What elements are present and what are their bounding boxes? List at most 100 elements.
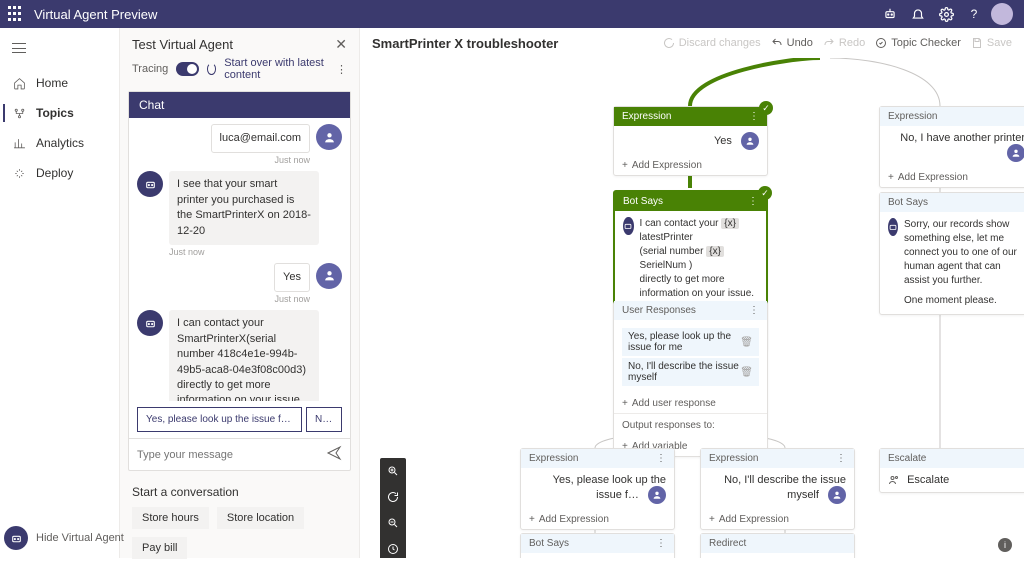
chat-message-bot: I can contact your SmartPrinterX(serial … — [137, 310, 342, 401]
discard-changes-button[interactable]: Discard changes — [663, 37, 761, 49]
user-icon — [741, 132, 759, 150]
node-text: No, I have another printer — [900, 132, 1024, 144]
hide-agent-label: Hide Virtual Agent — [36, 532, 124, 544]
nav-label: Analytics — [36, 136, 84, 150]
zoom-in-button[interactable] — [380, 458, 406, 484]
bot-icon — [4, 526, 28, 550]
tracing-toggle[interactable] — [176, 62, 198, 76]
node-header: Bot Says — [888, 197, 928, 208]
node-expression-lookup[interactable]: Expression⋮ Yes, please look up the issu… — [520, 448, 675, 530]
nav-deploy[interactable]: Deploy — [0, 158, 119, 188]
bot-icon — [623, 217, 634, 235]
node-text: Escalate — [907, 474, 949, 486]
message-bubble: I can contact your SmartPrinterX(serial … — [169, 310, 319, 401]
starter-chip[interactable]: Pay bill — [132, 537, 187, 559]
hamburger-button[interactable] — [0, 28, 119, 68]
home-icon — [12, 76, 26, 90]
output-label: Output responses to: — [614, 413, 767, 437]
add-expression-button[interactable]: Add Expression — [880, 168, 1024, 187]
settings-icon[interactable] — [932, 0, 960, 28]
delete-icon[interactable]: 🗑 — [740, 367, 753, 378]
node-bot-says-sorry[interactable]: Bot Says Sorry, our records show somethi… — [879, 192, 1024, 315]
app-launcher-icon[interactable] — [8, 6, 24, 22]
chat-card: Chat luca@email.com Just now I see that … — [128, 91, 351, 471]
more-icon[interactable]: ⋮ — [656, 538, 666, 549]
main-canvas-area: SmartPrinter X troubleshooter Discard ch… — [360, 28, 1024, 558]
user-response-item[interactable]: Yes, please look up the issue for me🗑 — [622, 328, 759, 356]
message-bubble: luca@email.com — [211, 124, 310, 153]
zoom-reset-button[interactable] — [380, 484, 406, 510]
close-icon[interactable]: ✕ — [335, 36, 347, 53]
nav-label: Topics — [36, 106, 74, 120]
hide-agent-button[interactable]: Hide Virtual Agent — [4, 526, 124, 550]
node-header: Escalate — [888, 453, 926, 464]
tracing-label: Tracing — [132, 63, 168, 75]
node-user-responses[interactable]: User Responses ⋮ Yes, please look up the … — [613, 301, 768, 457]
user-avatar[interactable] — [988, 0, 1016, 28]
more-icon[interactable]: ⋮ — [836, 453, 846, 464]
info-icon[interactable]: i — [998, 538, 1012, 552]
check-icon: ✓ — [759, 101, 773, 115]
delete-icon[interactable]: 🗑 — [740, 337, 753, 348]
node-expression-describe[interactable]: Expression⋮ No, I'll describe the issue … — [700, 448, 855, 530]
message-bubble: Yes — [274, 263, 310, 292]
chat-input[interactable] — [137, 449, 320, 461]
notifications-icon[interactable] — [904, 0, 932, 28]
test-panel: Test Virtual Agent ✕ Tracing Start over … — [120, 28, 360, 558]
node-header: Bot Says — [623, 196, 663, 207]
node-header: Expression — [622, 111, 671, 122]
node-header: Expression — [529, 453, 578, 464]
suggested-reply-button[interactable]: Yes, please look up the issue for me — [137, 407, 302, 432]
chat-message-bot: I see that your smart printer you purcha… — [137, 171, 342, 245]
node-header: User Responses — [622, 305, 696, 316]
add-expression-button[interactable]: Add Expression — [701, 510, 854, 529]
nav-topics[interactable]: Topics — [0, 98, 119, 128]
node-header: Redirect — [709, 538, 746, 549]
starter-chip[interactable]: Store hours — [132, 507, 209, 529]
timestamp: Just now — [137, 294, 310, 304]
more-icon[interactable]: ⋮ — [656, 453, 666, 464]
test-panel-title: Test Virtual Agent — [132, 37, 335, 52]
chat-message-user: Yes — [137, 263, 342, 292]
left-nav: Home Topics Analytics Deploy — [0, 28, 120, 558]
save-button[interactable]: Save — [971, 37, 1012, 49]
nav-home[interactable]: Home — [0, 68, 119, 98]
analytics-icon — [12, 136, 26, 150]
add-user-response-button[interactable]: Add user response — [614, 394, 767, 413]
add-expression-button[interactable]: Add Expression — [614, 156, 767, 175]
authoring-canvas[interactable]: ✓ Expression⋮ Yes Add Expression Express… — [360, 58, 1024, 558]
node-bot-says-contacting[interactable]: Bot Says⋮ Ok, I am contacting the printe… — [520, 533, 675, 558]
suggested-reply-button[interactable]: No, I — [306, 407, 342, 432]
nav-analytics[interactable]: Analytics — [0, 128, 119, 158]
user-icon — [1007, 144, 1024, 162]
check-icon: ✓ — [758, 186, 772, 200]
starter-chip[interactable]: Store location — [217, 507, 304, 529]
add-expression-button[interactable]: Add Expression — [521, 510, 674, 529]
chat-body: luca@email.com Just now I see that your … — [129, 118, 350, 401]
node-escalate[interactable]: Escalate Escalate — [879, 448, 1024, 493]
escalate-icon — [888, 474, 900, 486]
user-response-item[interactable]: No, I'll describe the issue myself🗑 — [622, 358, 759, 386]
send-icon[interactable] — [326, 445, 342, 464]
more-icon[interactable]: ⋮ — [749, 111, 759, 122]
more-icon[interactable]: ⋮ — [748, 196, 758, 207]
bot-icon[interactable] — [876, 0, 904, 28]
node-expression-no[interactable]: Expression No, I have another printer Ad… — [879, 106, 1024, 188]
more-icon[interactable]: ⋮ — [336, 63, 347, 76]
user-icon — [648, 486, 666, 504]
chat-message-user: luca@email.com — [137, 124, 342, 153]
chat-header: Chat — [129, 92, 350, 118]
fit-button[interactable] — [380, 536, 406, 558]
start-over-label[interactable]: Start over with latest content — [224, 57, 328, 81]
zoom-out-button[interactable] — [380, 510, 406, 536]
redo-button[interactable]: Redo — [823, 37, 865, 49]
top-bar: Virtual Agent Preview ? — [0, 0, 1024, 28]
more-icon[interactable]: ⋮ — [749, 305, 759, 316]
undo-button[interactable]: Undo — [771, 37, 813, 49]
help-icon[interactable]: ? — [960, 0, 988, 28]
refresh-icon[interactable] — [207, 63, 216, 75]
node-header: Expression — [888, 111, 937, 122]
node-expression-yes[interactable]: ✓ Expression⋮ Yes Add Expression — [613, 106, 768, 176]
topic-checker-button[interactable]: Topic Checker — [875, 37, 961, 49]
node-redirect[interactable]: Redirect Printer - Printer is not printi… — [700, 533, 855, 558]
